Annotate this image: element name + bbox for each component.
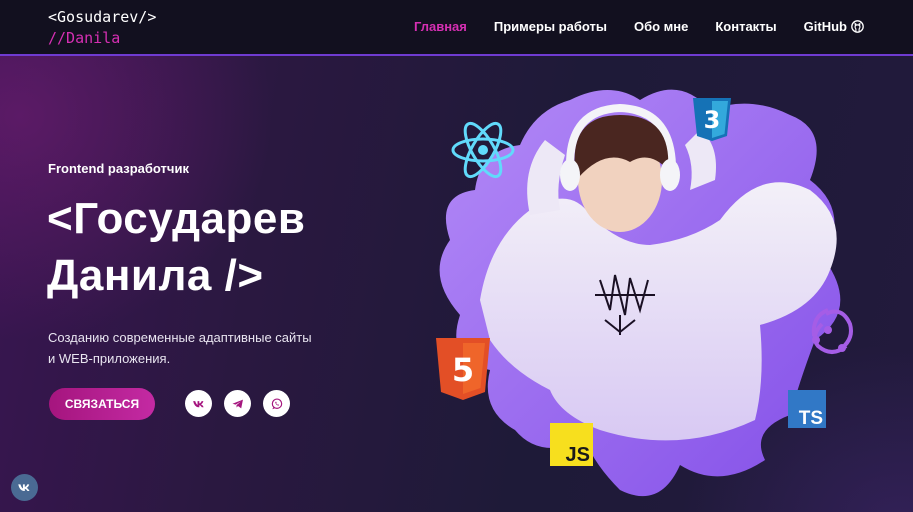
github-icon: [851, 20, 864, 33]
typescript-icon: TS: [788, 390, 826, 429]
hero-title-line-1: <Государев: [47, 194, 306, 243]
logo-line-1: <Gosudarev/>: [48, 8, 157, 26]
hero-description-line-1: Созданию современные адаптивные сайты: [48, 330, 312, 345]
javascript-icon: JS: [550, 423, 593, 466]
hero-title: <Государев Данила />: [47, 190, 305, 304]
nav-item-label: Обо мне: [633, 19, 689, 34]
nav-item-about[interactable]: Обо мне: [634, 19, 688, 34]
css3-badge-text: 3: [704, 106, 721, 134]
logo-line-2: //Danila: [48, 29, 121, 47]
nav-item-contacts[interactable]: Контакты: [715, 19, 776, 34]
typescript-badge-text: TS: [799, 408, 823, 429]
contact-button[interactable]: СВЯЗАТЬСЯ: [49, 388, 155, 420]
social-links: [185, 390, 290, 417]
nav-item-label: Главная: [414, 19, 467, 34]
nav-item-label: Примеры работы: [493, 19, 607, 34]
site-header: <Gosudarev/> //Danila Главная Примеры ра…: [0, 0, 913, 56]
css3-icon: 3: [693, 98, 731, 141]
nav-item-label: Контакты: [715, 19, 777, 34]
hero-description-line-2: и WEB-приложения.: [48, 351, 171, 366]
nav-item-home[interactable]: Главная: [414, 19, 467, 34]
nav-item-portfolio[interactable]: Примеры работы: [494, 19, 607, 34]
logo[interactable]: <Gosudarev/> //Danila: [48, 7, 156, 49]
vk-icon: [18, 484, 30, 491]
hero-illustration: 3 5 JS TS: [420, 70, 890, 510]
whatsapp-icon: [271, 397, 282, 409]
nav-item-label: GitHub: [803, 19, 847, 34]
whatsapp-link[interactable]: [263, 390, 290, 417]
html5-icon: 5: [436, 338, 490, 400]
telegram-link[interactable]: [224, 390, 251, 417]
vk-link[interactable]: [185, 390, 212, 417]
vk-icon: [192, 400, 204, 407]
javascript-badge-text: JS: [566, 444, 590, 466]
html5-badge-text: 5: [452, 351, 474, 389]
telegram-icon: [231, 399, 243, 408]
headphone-cup-left: [560, 159, 580, 191]
hero-description: Созданию современные адаптивные сайты и …: [48, 327, 348, 369]
hero-subtitle: Frontend разработчик: [48, 161, 189, 176]
hero-svg: 3 5 JS TS: [436, 89, 853, 497]
hero-title-line-2: Данила />: [47, 251, 264, 300]
nav-item-github[interactable]: GitHub: [804, 19, 864, 34]
main-nav: Главная Примеры работы Обо мне Контакты …: [414, 19, 864, 34]
headphone-cup-right: [660, 159, 680, 191]
floating-vk-button[interactable]: [11, 474, 38, 501]
